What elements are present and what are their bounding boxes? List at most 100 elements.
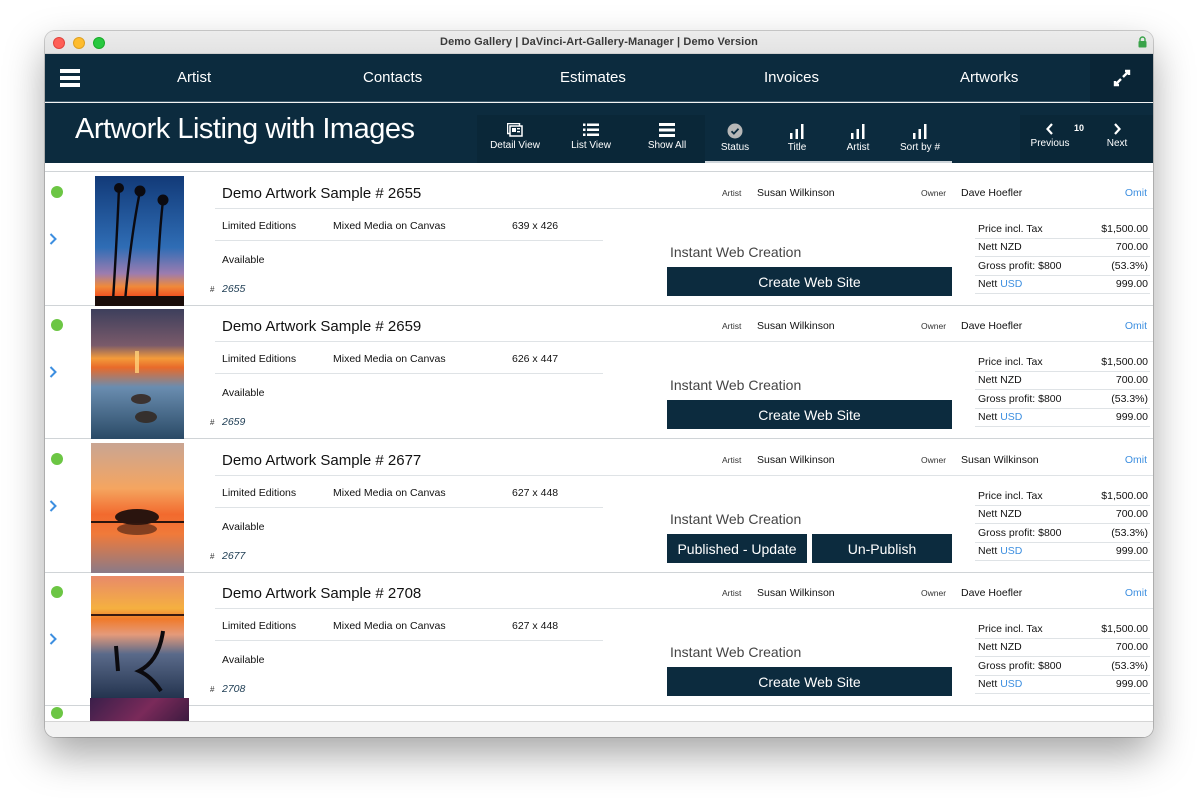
create-web-site-button[interactable]: Create Web Site xyxy=(667,667,952,696)
usd-link[interactable]: USD xyxy=(1000,678,1022,690)
gross-profit-pct: (53.3%) xyxy=(1111,527,1150,539)
status-dot xyxy=(51,186,63,198)
owner-label: Owner xyxy=(921,188,946,198)
omit-link[interactable]: Omit xyxy=(1125,187,1147,199)
price-row: Price incl. Tax$1,500.00 xyxy=(975,620,1150,639)
nett-usd-label: Nett USD xyxy=(978,545,1022,557)
fullscreen-button[interactable] xyxy=(1090,54,1153,102)
previous-button[interactable]: Previous xyxy=(1020,115,1080,163)
expand-arrows-icon xyxy=(1112,68,1132,88)
list-view-label: List View xyxy=(556,140,626,151)
gross-profit-label: Gross profit: $800 xyxy=(978,527,1061,539)
sort-status-button[interactable]: Status xyxy=(700,115,770,163)
nav-invoices[interactable]: Invoices xyxy=(764,69,819,86)
nett-nzd-row: Nett NZD700.00 xyxy=(975,639,1150,658)
sort-artist-button[interactable]: Artist xyxy=(823,115,893,163)
medium: Mixed Media on Canvas xyxy=(333,220,446,232)
owner-label: Owner xyxy=(921,455,946,465)
gross-profit-label: Gross profit: $800 xyxy=(978,260,1061,272)
nett-usd-label: Nett USD xyxy=(978,278,1022,290)
published-update-button[interactable]: Published - Update xyxy=(667,534,807,563)
omit-link[interactable]: Omit xyxy=(1125,454,1147,466)
availability: Available xyxy=(222,521,264,533)
chevron-right-icon[interactable] xyxy=(48,232,58,246)
usd-link[interactable]: USD xyxy=(1000,411,1022,423)
nav-artist[interactable]: Artist xyxy=(177,69,211,86)
artist-label: Artist xyxy=(722,321,741,331)
list-top-divider xyxy=(45,163,1153,172)
usd-link[interactable]: USD xyxy=(1000,278,1022,290)
artwork-number: 2677 xyxy=(222,550,245,562)
price-row: Price incl. Tax$1,500.00 xyxy=(975,220,1150,239)
chevron-right-icon[interactable] xyxy=(48,499,58,513)
list-view-button[interactable]: List View xyxy=(556,115,626,163)
status-dot xyxy=(51,586,63,598)
list-item: Demo Artwork Sample # 2659 Limited Editi… xyxy=(45,306,1153,439)
artwork-thumbnail[interactable] xyxy=(91,576,184,706)
nett-usd-value: 999.00 xyxy=(1116,678,1150,690)
omit-link[interactable]: Omit xyxy=(1125,587,1147,599)
owner-name: Dave Hoefler xyxy=(961,320,1022,332)
nav-estimates[interactable]: Estimates xyxy=(560,69,626,86)
edition: Limited Editions xyxy=(222,353,296,365)
artwork-thumbnail[interactable] xyxy=(90,698,189,722)
next-button[interactable]: Next xyxy=(1092,115,1142,163)
hamburger-icon[interactable] xyxy=(60,69,80,87)
sort-number-button[interactable]: Sort by # xyxy=(885,115,955,163)
nett-nzd-label: Nett NZD xyxy=(978,508,1022,520)
nett-usd-row: Nett USD999.00 xyxy=(975,409,1150,428)
status-dot xyxy=(51,319,63,331)
usd-link[interactable]: USD xyxy=(1000,545,1022,557)
gross-profit-pct: (53.3%) xyxy=(1111,393,1150,405)
divider xyxy=(215,640,603,641)
chevron-right-icon[interactable] xyxy=(48,365,58,379)
omit-link[interactable]: Omit xyxy=(1125,320,1147,332)
divider xyxy=(215,240,603,241)
artwork-thumbnail[interactable] xyxy=(91,443,184,573)
close-window-button[interactable] xyxy=(53,37,65,49)
nav-contacts[interactable]: Contacts xyxy=(363,69,422,86)
edition: Limited Editions xyxy=(222,220,296,232)
owner-name: Dave Hoefler xyxy=(961,187,1022,199)
artwork-thumbnail[interactable] xyxy=(95,176,184,306)
nett-nzd-label: Nett NZD xyxy=(978,374,1022,386)
edition: Limited Editions xyxy=(222,620,296,632)
nav-artworks[interactable]: Artworks xyxy=(960,69,1018,86)
artwork-thumbnail[interactable] xyxy=(91,309,184,439)
artwork-number: 2659 xyxy=(222,416,245,428)
artwork-number: 2655 xyxy=(222,283,245,295)
unpublish-button[interactable]: Un-Publish xyxy=(812,534,952,563)
nett-nzd-label: Nett NZD xyxy=(978,641,1022,653)
gross-profit-pct: (53.3%) xyxy=(1111,660,1150,672)
maximize-window-button[interactable] xyxy=(93,37,105,49)
medium: Mixed Media on Canvas xyxy=(333,487,446,499)
artwork-number: 2708 xyxy=(222,683,245,695)
status-dot xyxy=(51,453,63,465)
show-all-button[interactable]: Show All xyxy=(632,115,702,163)
list-item: Demo Artwork Sample # 2708 Limited Editi… xyxy=(45,573,1153,706)
next-label: Next xyxy=(1092,138,1142,149)
minimize-window-button[interactable] xyxy=(73,37,85,49)
detail-view-icon xyxy=(507,123,523,137)
chevron-right-icon[interactable] xyxy=(48,632,58,646)
create-web-site-button[interactable]: Create Web Site xyxy=(667,267,952,296)
nett-nzd-label: Nett NZD xyxy=(978,241,1022,253)
availability: Available xyxy=(222,254,264,266)
bar-chart-icon xyxy=(912,123,928,139)
owner-label: Owner xyxy=(921,321,946,331)
detail-view-button[interactable]: Detail View xyxy=(480,115,550,163)
price-table: Price incl. Tax$1,500.00 Nett NZD700.00 … xyxy=(975,620,1150,694)
number-hash: # xyxy=(210,685,214,694)
instant-web-label: Instant Web Creation xyxy=(670,644,801,660)
dimensions: 626 x 447 xyxy=(512,353,558,365)
sort-title-button[interactable]: Title xyxy=(762,115,832,163)
nett-usd-row: Nett USD999.00 xyxy=(975,276,1150,295)
price-table: Price incl. Tax$1,500.00 Nett NZD700.00 … xyxy=(975,353,1150,427)
owner-label: Owner xyxy=(921,588,946,598)
dimensions: 627 x 448 xyxy=(512,620,558,632)
previous-label: Previous xyxy=(1020,138,1080,149)
create-web-site-button[interactable]: Create Web Site xyxy=(667,400,952,429)
owner-name: Dave Hoefler xyxy=(961,587,1022,599)
artist-name: Susan Wilkinson xyxy=(757,454,835,466)
price-row: Price incl. Tax$1,500.00 xyxy=(975,487,1150,506)
